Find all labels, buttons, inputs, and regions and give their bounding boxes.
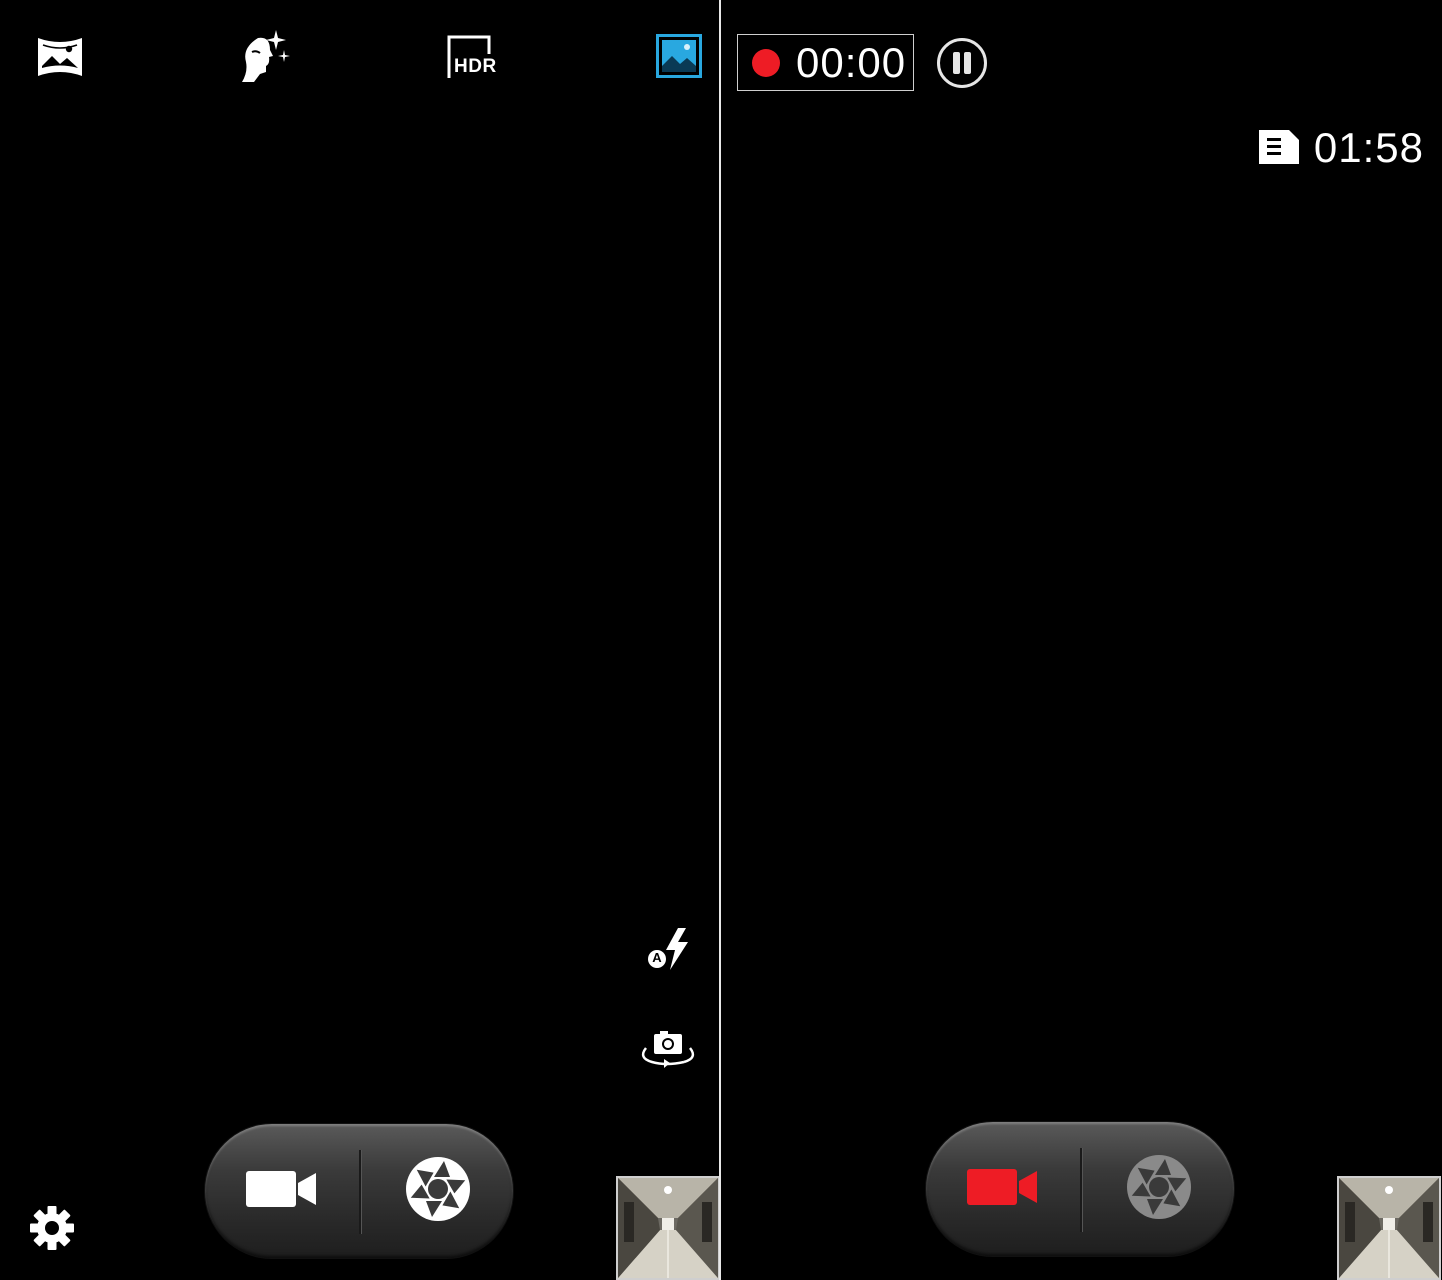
shutter-button[interactable] [1082,1122,1236,1256]
capture-control [926,1122,1234,1256]
photo-mode-pane: HDR A [0,0,720,1280]
recording-indicator: 00:00 [737,34,914,91]
video-mode-pane: 00:00 01:58 [721,0,1442,1280]
gallery-thumbnail[interactable] [616,1176,720,1280]
capture-control [205,1124,513,1258]
panorama-icon[interactable] [36,36,84,78]
video-camera-icon [246,1169,318,1214]
video-record-button[interactable] [205,1124,359,1258]
switch-camera-icon[interactable] [638,1030,698,1072]
shutter-icon [1126,1154,1192,1225]
pause-icon [937,38,987,88]
camera-screenshot: HDR A 00:00 01:58 [0,0,1442,1280]
remaining-time: 01:58 [1313,124,1424,171]
image-scene-icon[interactable] [656,34,702,78]
flash-auto-icon[interactable]: A [646,926,692,972]
shutter-icon [405,1156,471,1227]
recording-time: 00:00 [796,38,907,86]
shutter-button[interactable] [361,1124,515,1258]
flash-auto-label: A [652,950,662,965]
gallery-thumbnail[interactable] [1337,1176,1441,1280]
pause-button[interactable] [936,37,988,89]
record-dot-icon [752,48,780,77]
video-camera-icon [967,1167,1039,1212]
gear-icon[interactable] [28,1204,76,1252]
hdr-button[interactable]: HDR [446,34,500,80]
hdr-label: HDR [454,56,497,77]
sd-card-icon [1259,130,1301,164]
beauty-face-icon[interactable] [240,28,292,84]
video-stop-button[interactable] [926,1122,1080,1256]
